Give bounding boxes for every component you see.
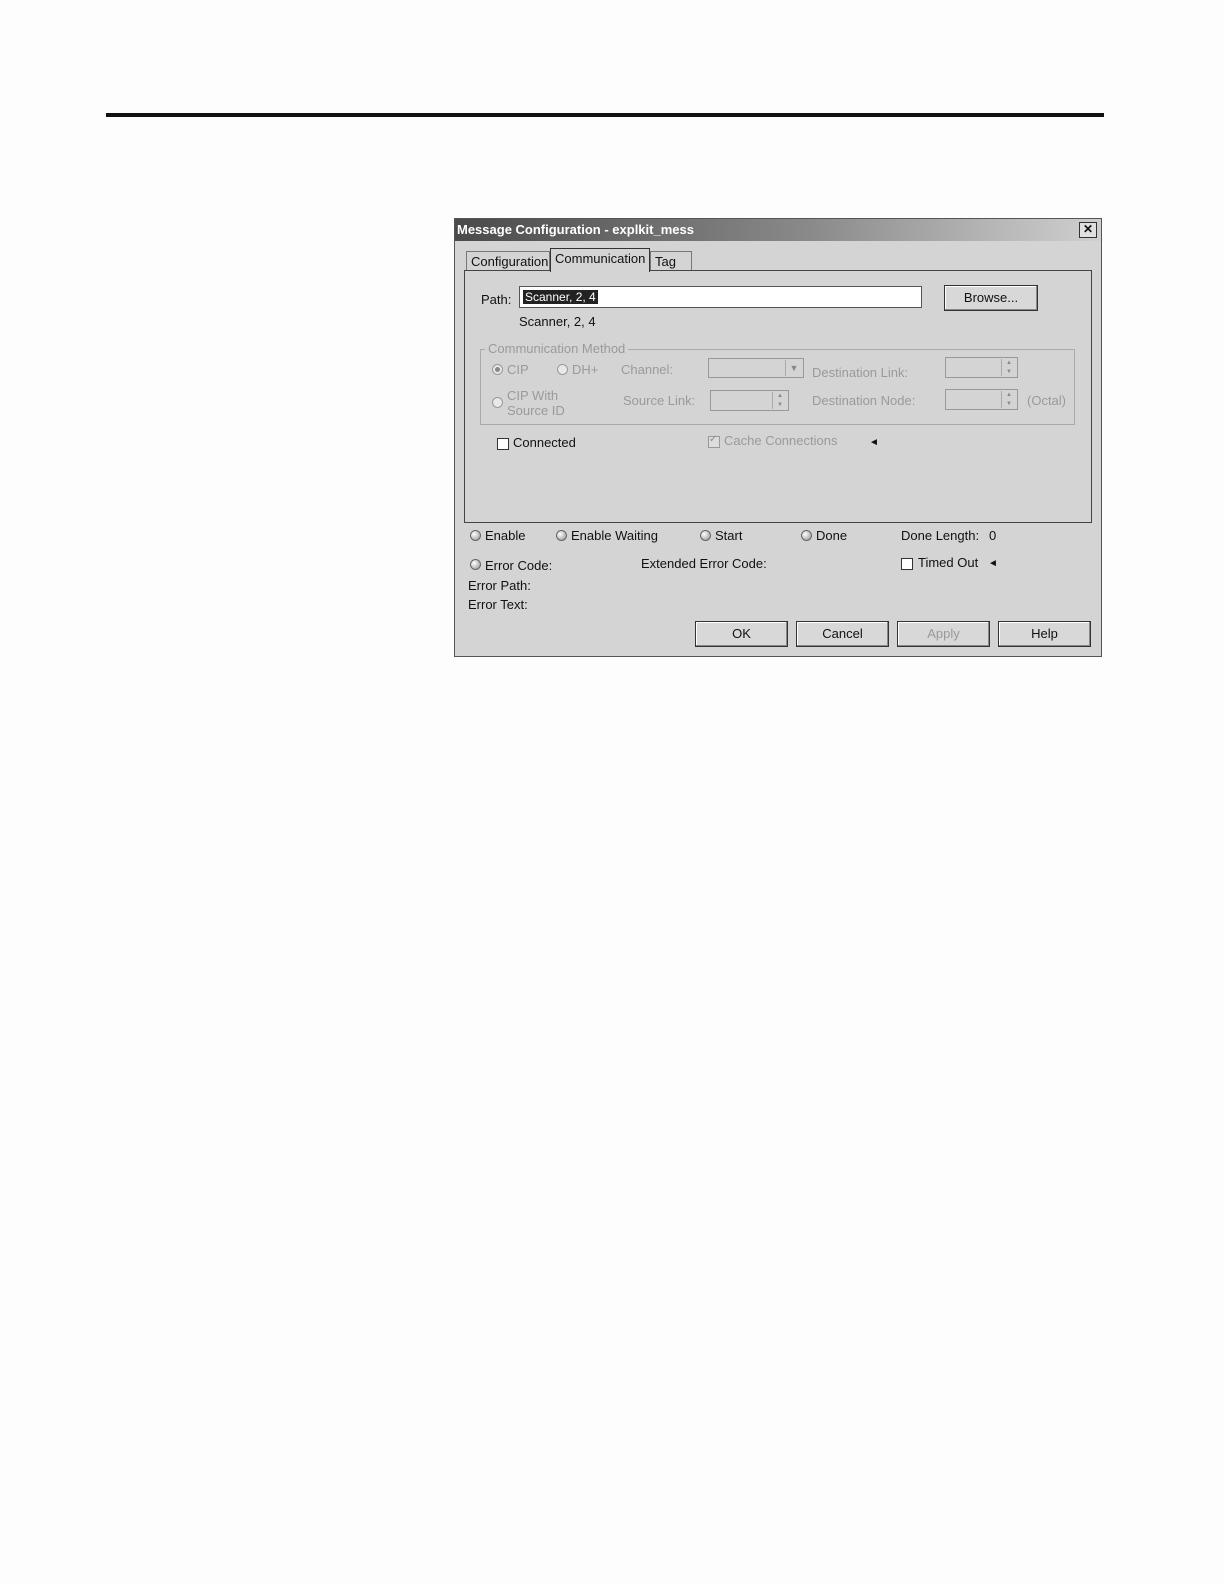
timed-out-checkbox[interactable] [901,558,913,570]
enable-indicator [470,530,481,541]
start-indicator [700,530,711,541]
page-header-rule [106,113,1104,117]
cip-with-source-id-label-1: CIP With [507,388,559,403]
dh-plus-label: DH+ [572,362,599,377]
error-text-label: Error Text: [468,597,528,612]
browse-button-label: Browse... [963,290,1019,305]
channel-label: Channel: [621,362,674,377]
start-label: Start [715,528,743,543]
cip-label: CIP [507,362,529,377]
cip-with-source-id-radio[interactable] [492,397,503,408]
tab-communication[interactable]: Communication [550,248,650,272]
window-title: Message Configuration - explkit_mess [457,222,694,237]
done-length-label: Done Length: [901,528,980,543]
ok-button[interactable]: OK [695,621,788,647]
spinner-arrows-icon: ▲ ▼ [1001,391,1016,408]
done-label: Done [816,528,848,543]
enable-waiting-indicator [556,530,567,541]
close-icon[interactable]: ✕ [1079,222,1097,238]
destination-node-spinner[interactable]: ▲ ▼ [945,389,1018,410]
cip-with-source-id-label-2: Source ID [507,403,565,418]
path-value: Scanner, 2, 4 [523,290,598,304]
done-length-value: 0 [989,528,997,543]
destination-node-label: Destination Node: [812,393,916,408]
apply-button[interactable]: Apply [897,621,990,647]
dh-plus-radio[interactable] [557,364,568,375]
enable-waiting-label: Enable Waiting [571,528,658,543]
spinner-arrows-icon: ▲ ▼ [1001,359,1016,376]
connected-label: Connected [513,435,576,450]
apply-button-label: Apply [927,626,960,641]
communication-method-label: Communication Method [485,341,629,356]
cancel-button-label: Cancel [822,626,863,641]
cancel-button[interactable]: Cancel [796,621,889,647]
message-configuration-dialog: Message Configuration - explkit_mess ✕ C… [454,218,1102,657]
enable-label: Enable [485,528,526,543]
tab-configuration[interactable]: Configuration [466,251,550,271]
error-path-label: Error Path: [468,578,531,593]
channel-select[interactable]: ▼ [708,358,804,378]
extended-error-code-label: Extended Error Code: [641,556,767,571]
path-input[interactable]: Scanner, 2, 4 [519,286,922,308]
browse-button[interactable]: Browse... [944,285,1038,311]
error-code-label: Error Code: [485,558,553,573]
cip-radio[interactable] [492,364,503,375]
connected-checkbox[interactable] [497,438,509,450]
source-link-label: Source Link: [623,393,696,408]
cache-connections-label: Cache Connections [724,433,838,448]
destination-link-spinner[interactable]: ▲ ▼ [945,357,1018,378]
tab-tag[interactable]: Tag [650,251,692,271]
destination-link-label: Destination Link: [812,365,909,380]
error-code-indicator [470,559,481,570]
help-button-label: Help [1031,626,1058,641]
octal-label: (Octal) [1027,393,1066,408]
spinner-arrows-icon: ▲ ▼ [772,392,787,409]
cache-arrow-icon: ◄ [869,437,879,448]
ok-button-label: OK [732,626,751,641]
help-button[interactable]: Help [998,621,1091,647]
done-indicator [801,530,812,541]
path-label: Path: [481,292,512,307]
timed-out-label: Timed Out [918,555,979,570]
timed-out-arrow-icon: ◄ [988,558,998,569]
chevron-down-icon: ▼ [785,360,802,376]
source-link-spinner[interactable]: ▲ ▼ [710,390,789,411]
path-resolved: Scanner, 2, 4 [519,314,596,329]
title-bar[interactable]: Message Configuration - explkit_mess ✕ [455,219,1101,241]
cache-connections-checkbox[interactable] [708,434,720,448]
